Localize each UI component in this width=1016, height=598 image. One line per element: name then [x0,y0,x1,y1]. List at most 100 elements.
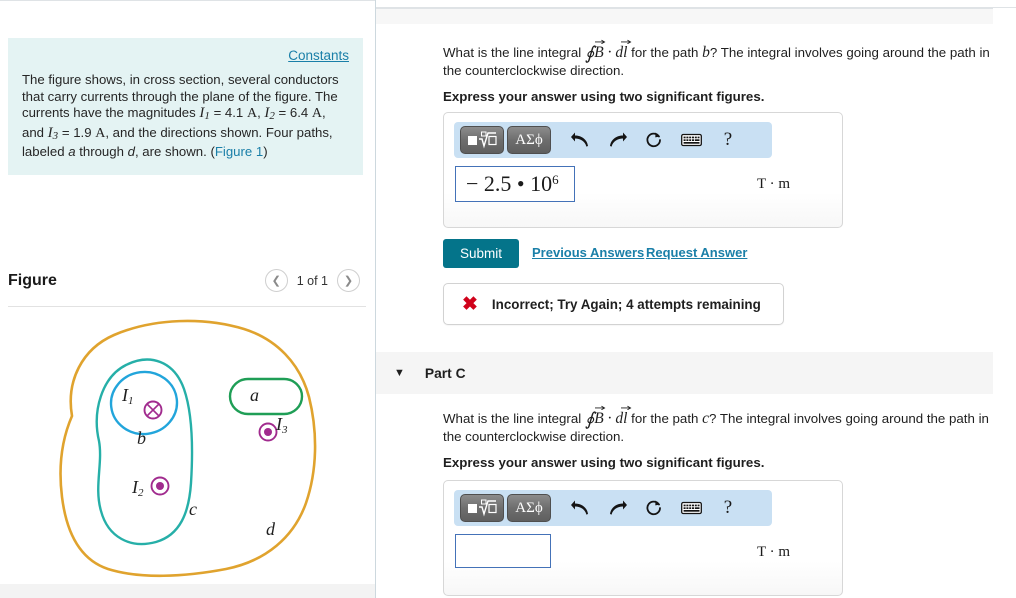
part-c-contour-integral-symbol: ∮ [584,409,595,429]
part-b-vector-dl: dl [615,39,632,62]
problem-line-5-end: ) [263,144,268,160]
problem-line-5-prefix: labeled [22,144,69,160]
path-c-curve [95,358,194,546]
right-answer-panel: What is the line integral ∮B · dl for th… [376,0,1016,598]
left-footer-bar [0,584,375,598]
figure-current-i2-label: I2 [132,477,144,499]
chevron-left-icon[interactable]: ❮ [264,269,288,292]
part-b-question-prefix: What is the line integral [443,45,585,60]
constants-info-box: Constants The figure shows, in cross sec… [8,38,363,175]
current-i3-value: = 1.9 [58,124,96,140]
current-i1-into-page-icon [143,400,163,420]
part-b-header-strip [376,8,993,24]
part-b-path-letter: b [702,44,710,61]
part-c-header[interactable]: ▼ Part C [376,352,993,394]
current-i1-value: = 4.1 [209,105,247,121]
undo-glyph [570,132,588,147]
help-question-mark-icon[interactable]: ? [711,126,745,154]
problem-line-3-prefix: currents have the magnitudes [22,105,200,121]
problem-line-4-prefix: and [22,124,48,140]
vector-arrow-icon [621,39,632,44]
template-math-icon[interactable] [460,494,504,522]
reset-glyph [646,500,661,516]
problem-line-5-mid: through [75,144,128,160]
redo-arrow-icon[interactable] [600,494,634,522]
incorrect-x-icon: ✖ [462,293,478,315]
left-problem-panel: Constants The figure shows, in cross sec… [0,0,375,598]
undo-arrow-icon[interactable] [563,126,597,154]
part-b-math-toolbar: ΑΣϕ ? [454,122,772,158]
problem-line-5-suffix: , are shown. ( [134,144,215,160]
reset-circular-arrow-icon[interactable] [637,494,671,522]
part-b-question: What is the line integral ∮B · dl for th… [443,39,991,80]
vector-arrow-icon [621,405,632,410]
part-c-question-prefix: What is the line integral [443,411,585,426]
figure-path-b-label: b [137,428,146,448]
part-b-answer-value: − 2.5 • 106 [466,171,559,196]
part-b-feedback-text: Incorrect; Try Again; 4 attempts remaini… [491,296,761,312]
problem-statement: The figure shows, in cross section, seve… [22,72,339,160]
keyboard-glyph [680,133,702,147]
template-math-glyph [468,131,497,149]
current-i2-out-of-page-icon [150,476,170,496]
part-c-question: What is the line integral ∮B · dl for th… [443,405,991,446]
chevron-right-icon[interactable]: ❯ [337,269,360,292]
undo-glyph [570,500,588,515]
greek-symbols-button[interactable]: ΑΣϕ [507,494,551,522]
figure-1-link[interactable]: Figure 1 [215,144,263,159]
current-i2-value: = 6.4 [274,105,312,121]
constants-link[interactable]: Constants [22,48,349,63]
keyboard-icon[interactable] [674,126,708,154]
redo-glyph [609,132,627,147]
vector-arrow-icon [595,405,606,410]
keyboard-icon[interactable] [674,494,708,522]
redo-arrow-icon[interactable] [600,126,634,154]
reset-circular-arrow-icon[interactable] [637,126,671,154]
figure-path-c-label: c [189,499,197,519]
part-b-dot-operator: · [603,44,616,61]
part-c-answer-panel: ΑΣϕ ? T · m [443,480,843,596]
part-b-answer-unit: T · m [757,176,791,192]
template-math-icon[interactable] [460,126,504,154]
greek-symbols-button[interactable]: ΑΣϕ [507,126,551,154]
current-i3-unit: A [95,125,106,141]
current-i1-unit: A [246,106,258,122]
path-label-a-inline: a [68,144,76,160]
part-b-request-answer-link[interactable]: Request Answer [646,245,747,260]
problem-line-1: The figure shows, in cross section, seve… [22,72,339,87]
reset-glyph [646,132,661,148]
figure-diagram: I1 I2 I3 a b c d [4,311,374,586]
part-c-significant-figures-instruction: Express your answer using two significan… [443,455,765,470]
part-b-question-mid: for the path [627,45,703,60]
part-c-math-toolbar: ΑΣϕ ? [454,490,772,526]
figure-navigation: ❮ 1 of 1 ❯ [264,269,360,292]
template-math-glyph [468,499,497,517]
part-b-contour-integral-symbol: ∮ [584,43,595,63]
part-b-answer-input[interactable]: − 2.5 • 106 [455,166,575,202]
part-b-significant-figures-instruction: Express your answer using two significan… [443,89,765,104]
part-c-answer-unit: T · m [757,544,791,560]
part-c-question-mid: for the path [627,411,703,426]
figure-path-a-label: a [250,385,259,405]
problem-line-4-suffix: , and the directions shown. Four paths, [105,124,333,140]
figure-page-count: 1 of 1 [296,273,328,288]
figure-divider [8,306,366,307]
caret-down-icon[interactable]: ▼ [394,367,405,379]
part-c-path-letter: c [702,410,710,427]
part-c-title: Part C [424,365,466,381]
path-label-d-inline: d [127,144,135,160]
figure-current-i1-label: I1 [122,385,134,407]
undo-arrow-icon[interactable] [563,494,597,522]
keyboard-glyph [680,501,702,515]
part-b-previous-answers-link[interactable]: Previous Answers [532,245,644,260]
conductors-cross-section-svg [59,319,317,578]
part-b-submit-button[interactable]: Submit [443,239,520,268]
part-b-vector-b: B [594,39,606,62]
vector-arrow-icon [595,39,606,44]
part-c-vector-dl: dl [615,405,632,428]
part-b-answer-panel: ΑΣϕ ? − 2.5 • 106 T · m [443,112,843,228]
part-c-answer-input[interactable] [455,534,551,568]
current-i3-out-of-page-icon [258,422,278,442]
help-question-mark-icon[interactable]: ? [711,494,745,522]
figure-title: Figure [8,272,57,289]
